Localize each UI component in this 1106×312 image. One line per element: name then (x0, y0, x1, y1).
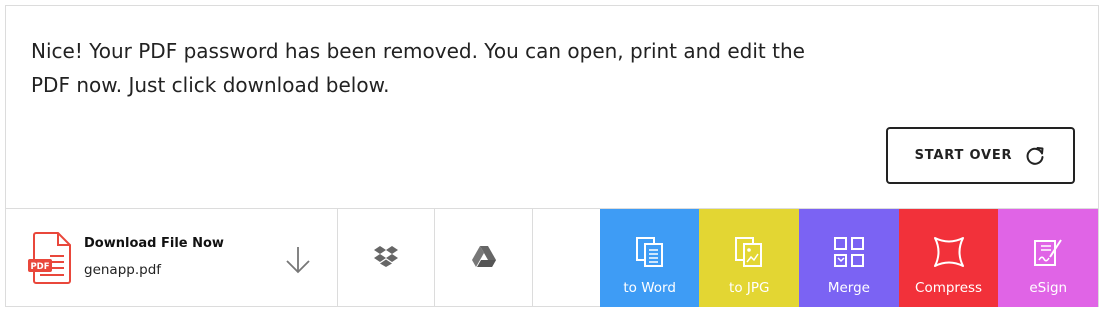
to-word-label: to Word (623, 280, 676, 296)
compress-icon (933, 236, 965, 270)
google-drive-button[interactable] (435, 209, 534, 307)
jpg-document-icon (734, 236, 764, 270)
success-message-line2: PDF now. Just click download below. (31, 73, 390, 97)
dropbox-button[interactable] (338, 209, 436, 307)
merge-button[interactable]: Merge (799, 209, 899, 307)
success-message-line1: Nice! Your PDF password has been removed… (31, 39, 805, 63)
to-jpg-label: to JPG (729, 280, 770, 296)
pdf-badge-text: PDF (30, 262, 49, 272)
pdf-file-icon: PDF (28, 232, 72, 288)
success-message: Nice! Your PDF password has been removed… (31, 34, 831, 102)
download-filename: genapp.pdf (84, 262, 162, 278)
compress-label: Compress (915, 280, 983, 296)
esign-button[interactable]: eSign (998, 209, 1099, 307)
refresh-icon (1024, 145, 1046, 167)
google-drive-icon (471, 245, 496, 271)
merge-label: Merge (827, 280, 870, 296)
start-over-button[interactable]: START OVER (886, 127, 1075, 184)
action-bar: PDF Download File Now genapp.pdf to Word… (6, 208, 1099, 307)
merge-icon (833, 236, 865, 270)
to-jpg-button[interactable]: to JPG (699, 209, 800, 307)
esign-icon (1033, 236, 1063, 270)
start-over-label: START OVER (914, 148, 1013, 163)
download-title: Download File Now (84, 236, 224, 251)
dropbox-icon (374, 245, 399, 271)
download-arrow-icon[interactable] (284, 245, 312, 279)
to-word-button[interactable]: to Word (599, 209, 700, 307)
esign-label: eSign (1029, 280, 1068, 296)
download-panel: PDF Download File Now genapp.pdf (6, 209, 338, 307)
word-document-icon (635, 236, 665, 270)
result-card: Nice! Your PDF password has been removed… (5, 5, 1099, 307)
compress-button[interactable]: Compress (898, 209, 999, 307)
more-services-slot (533, 209, 600, 307)
